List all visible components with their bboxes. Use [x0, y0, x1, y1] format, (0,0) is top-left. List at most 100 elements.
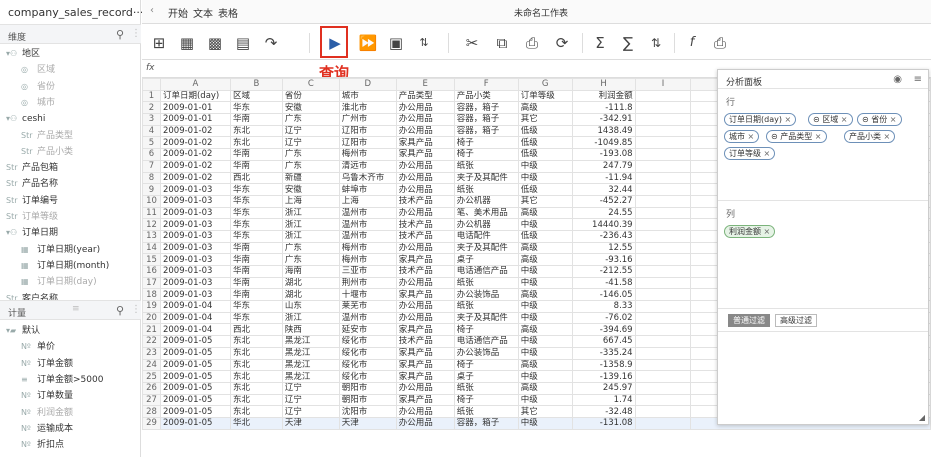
- table-cell[interactable]: 高级: [517, 253, 573, 266]
- sort-icon[interactable]: ⇅: [646, 33, 666, 53]
- table-cell[interactable]: 容器，箱子: [453, 416, 519, 430]
- table-cell[interactable]: 办公机器: [453, 194, 519, 208]
- table-cell[interactable]: [634, 300, 692, 313]
- table-cell[interactable]: 技术产品: [395, 335, 455, 348]
- table-cell[interactable]: 清远市: [338, 159, 397, 173]
- preview-icon[interactable]: ▣: [386, 33, 406, 53]
- table-cell[interactable]: 温州市: [338, 218, 397, 231]
- table-cell[interactable]: 天津: [338, 416, 397, 430]
- table-cell[interactable]: 东北: [229, 381, 283, 395]
- table-cell[interactable]: 笔、美术用品: [453, 206, 519, 220]
- table-cell[interactable]: 2009-01-05: [159, 358, 231, 372]
- field-chip[interactable]: ⊝ 区域 ×: [808, 113, 853, 126]
- table-cell[interactable]: 东北: [229, 405, 283, 418]
- table-cell[interactable]: 华北: [229, 416, 283, 430]
- table-cell[interactable]: 技术产品: [395, 194, 455, 208]
- table-cell[interactable]: [634, 148, 692, 161]
- table-cell[interactable]: 2009-01-03: [159, 253, 231, 266]
- measure-item[interactable]: Nº 订单数量: [21, 389, 73, 403]
- table-cell[interactable]: 高级: [517, 358, 573, 372]
- table-cell[interactable]: 低级: [517, 136, 573, 150]
- column-header[interactable]: F: [453, 78, 519, 91]
- table-cell[interactable]: 中级: [517, 311, 573, 325]
- table-cell[interactable]: 辽阳市: [338, 124, 397, 138]
- collapse-icon[interactable]: ⊝: [862, 115, 871, 124]
- row-number[interactable]: 16: [142, 265, 161, 278]
- table-cell[interactable]: 高级: [517, 241, 573, 255]
- table-cell[interactable]: 高级: [517, 288, 573, 302]
- column-header[interactable]: B: [229, 78, 283, 91]
- table-cell[interactable]: 家具产品: [395, 323, 455, 337]
- table-cell[interactable]: 湖北: [281, 276, 340, 290]
- table-cell[interactable]: [634, 183, 692, 196]
- table-cell[interactable]: [634, 370, 692, 383]
- table-cell[interactable]: 广东: [281, 159, 340, 173]
- dimension-item[interactable]: ▦ 订单日期(year): [21, 243, 100, 257]
- table-cell[interactable]: [634, 124, 692, 138]
- table-cell[interactable]: 沈阳市: [338, 405, 397, 418]
- table-cell[interactable]: 容器，箱子: [453, 124, 519, 138]
- row-number[interactable]: 15: [142, 253, 161, 266]
- table-cell[interactable]: -93.16: [571, 253, 636, 266]
- table-cell[interactable]: 椅子: [453, 358, 519, 372]
- table-cell[interactable]: -76.02: [571, 311, 636, 325]
- table-cell[interactable]: 山东: [281, 300, 340, 313]
- dimension-item[interactable]: Str 产品名称: [6, 177, 58, 191]
- table-cell[interactable]: 朝阳市: [338, 381, 397, 395]
- table-cell[interactable]: 中级: [517, 171, 573, 185]
- table-cell[interactable]: 1438.49: [571, 124, 636, 138]
- table-cell[interactable]: 华南: [229, 148, 283, 161]
- table-cell[interactable]: 梅州市: [338, 253, 397, 266]
- row-number[interactable]: 3: [142, 113, 161, 126]
- table-cell[interactable]: 纸张: [453, 300, 519, 313]
- table-cell[interactable]: 办公装饰品: [453, 288, 519, 302]
- table-cell[interactable]: 桌子: [453, 253, 519, 266]
- table-cell[interactable]: 东北: [229, 370, 283, 383]
- row-number[interactable]: 19: [142, 300, 161, 313]
- column-header[interactable]: C: [281, 78, 340, 91]
- table-cell[interactable]: 广州市: [338, 113, 397, 126]
- table-cell[interactable]: 其它: [517, 113, 573, 126]
- table-cell[interactable]: 辽宁: [281, 405, 340, 418]
- column-header[interactable]: A: [159, 78, 231, 91]
- table-cell[interactable]: 蚌埠市: [338, 183, 397, 196]
- table-cell[interactable]: 中级: [517, 393, 573, 407]
- table-cell[interactable]: 莱芜市: [338, 300, 397, 313]
- table-cell[interactable]: [634, 229, 692, 243]
- tab-start[interactable]: 开始: [168, 5, 188, 20]
- table-cell[interactable]: 办公用品: [395, 171, 455, 185]
- table-cell[interactable]: 夹子及其配件: [453, 241, 519, 255]
- measure-item[interactable]: Nº 订单金额: [21, 357, 73, 371]
- row-number[interactable]: 6: [142, 148, 161, 161]
- dimension-item[interactable]: ▾⚇ 地区: [6, 47, 40, 61]
- table-cell[interactable]: [634, 346, 692, 360]
- dimension-item[interactable]: Str 产品类型: [21, 129, 73, 143]
- row-number[interactable]: 28: [142, 405, 161, 418]
- table-cell[interactable]: 华南: [229, 241, 283, 255]
- table-cell[interactable]: 椅子: [453, 148, 519, 161]
- measure-item[interactable]: Nº 运输成本: [21, 422, 73, 436]
- table-cell[interactable]: -146.05: [571, 288, 636, 302]
- table-cell[interactable]: 家具产品: [395, 370, 455, 383]
- table-cell[interactable]: 订单等级: [517, 89, 573, 103]
- row-number[interactable]: 17: [142, 276, 161, 290]
- table-cell[interactable]: 华南: [229, 276, 283, 290]
- table-cell[interactable]: 家具产品: [395, 148, 455, 161]
- table-cell[interactable]: [634, 171, 692, 185]
- row-number[interactable]: 22: [142, 335, 161, 348]
- dimension-item[interactable]: ◎ 城市: [21, 96, 55, 110]
- table-cell[interactable]: 淮北市: [338, 101, 397, 115]
- table-cell[interactable]: 东北: [229, 393, 283, 407]
- table-cell[interactable]: [634, 288, 692, 302]
- drag-handle-icon[interactable]: ⋮: [131, 28, 141, 39]
- run-button-highlight[interactable]: [320, 26, 348, 58]
- table-cell[interactable]: [634, 276, 692, 290]
- function-icon[interactable]: f: [682, 33, 702, 53]
- table-cell[interactable]: 2009-01-05: [159, 381, 231, 395]
- row-number[interactable]: 27: [142, 393, 161, 407]
- table-cell[interactable]: 三亚市: [338, 265, 397, 278]
- table-cell[interactable]: 低级: [517, 183, 573, 196]
- table-cell[interactable]: 中级: [517, 265, 573, 278]
- cut-icon[interactable]: ✂: [462, 33, 482, 53]
- row-number[interactable]: 18: [142, 288, 161, 302]
